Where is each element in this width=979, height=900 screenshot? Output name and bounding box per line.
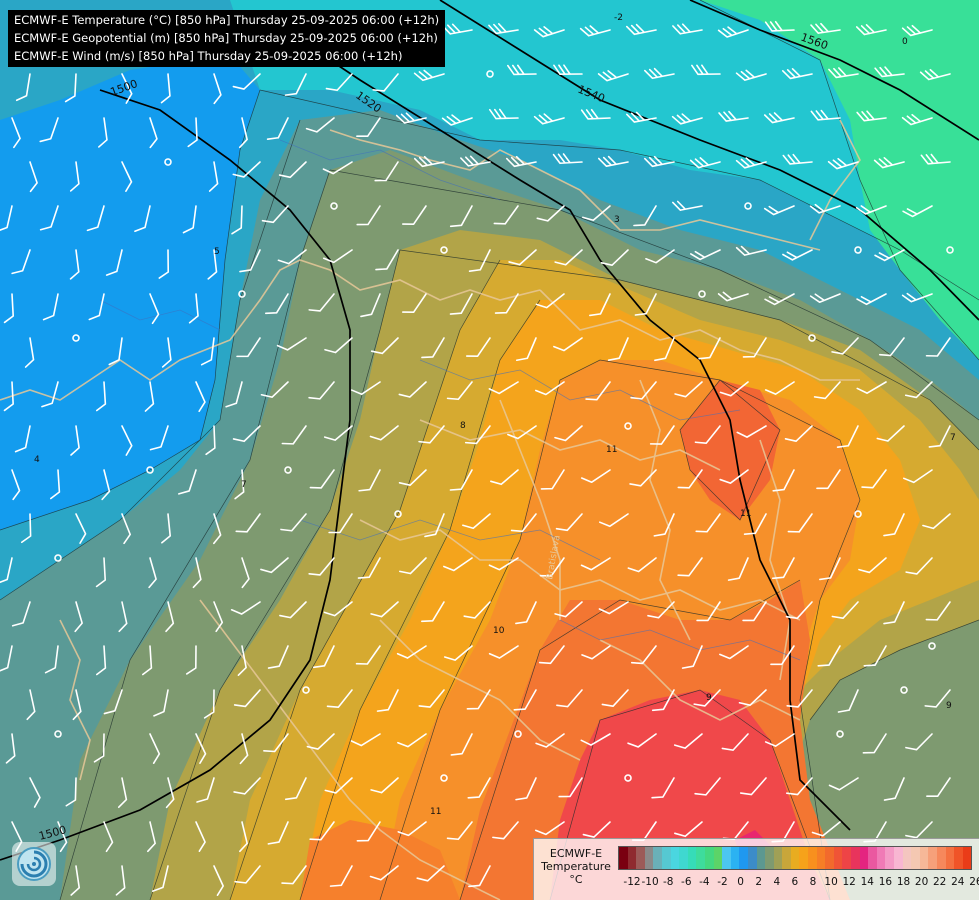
- legend-swatch: [799, 847, 809, 869]
- legend-tick-label: -2: [717, 876, 728, 888]
- legend-swatch: [945, 847, 955, 869]
- legend-tick-label: 8: [809, 876, 817, 888]
- legend-swatch: [808, 847, 817, 869]
- legend-tick-labels: -12-10-8-6-4-202468101214161820222426: [618, 876, 979, 890]
- temp-label-5: 5: [214, 247, 220, 257]
- temp-label-9-east: 9: [946, 701, 952, 711]
- legend-swatch: [765, 847, 774, 869]
- legend-tick-label: -10: [641, 876, 659, 888]
- legend-swatch: [842, 847, 852, 869]
- legend-swatch: [859, 847, 869, 869]
- legend-tick-label: 16: [878, 876, 893, 888]
- legend-swatch: [739, 847, 748, 869]
- temp-label-9-center: 9: [706, 693, 712, 703]
- title-line-wind: ECMWF-E Wind (m/s) [850 hPa] Thursday 25…: [14, 49, 403, 63]
- legend-swatch: [696, 847, 705, 869]
- legend-tick-label: 4: [773, 876, 781, 888]
- legend-swatch: [653, 847, 662, 869]
- legend-tick-label: 0: [737, 876, 744, 888]
- temp-label-11-south: 11: [430, 807, 441, 817]
- legend-swatch: [885, 847, 894, 869]
- temp-label-0: 0: [902, 37, 908, 47]
- legend-tick-label: 20: [914, 876, 929, 888]
- legend-swatch: [868, 847, 877, 869]
- temp-label-minus2: -2: [614, 13, 623, 23]
- legend-tick-label: 2: [755, 876, 763, 888]
- legend-swatch: [954, 847, 963, 869]
- legend-tick-label: -8: [662, 876, 674, 888]
- legend-swatch: [747, 847, 757, 869]
- legend-tick-label: -12: [623, 876, 641, 888]
- legend-tick-label: 10: [824, 876, 838, 888]
- map-title-box: ECMWF-E Temperature (°C) [850 hPa] Thurs…: [8, 10, 446, 67]
- legend-swatch: [928, 847, 937, 869]
- legend-swatch: [902, 847, 912, 869]
- legend-swatch: [704, 847, 714, 869]
- legend-swatch: [816, 847, 826, 869]
- legend-tick-label: 26: [969, 876, 979, 888]
- temp-label-11-mid: 11: [606, 445, 617, 455]
- legend-tick-label: -4: [699, 876, 710, 888]
- legend-swatch: [722, 847, 731, 869]
- temp-label-8: 8: [460, 421, 466, 431]
- legend-swatch: [851, 847, 860, 869]
- legend-swatch: [962, 847, 972, 869]
- legend-title: ECMWF-E Temperature °C: [541, 847, 611, 886]
- legend-swatch: [636, 847, 645, 869]
- legend-swatch: [619, 847, 628, 869]
- legend-swatch: [936, 847, 946, 869]
- legend-swatch: [679, 847, 688, 869]
- legend-swatch: [782, 847, 791, 869]
- legend-swatch: [730, 847, 740, 869]
- legend-swatch: [627, 847, 637, 869]
- ecmwf-swirl-logo-icon: [12, 842, 56, 886]
- temperature-map[interactable]: 1560 1540 1520 1500 1500 -2 0 3 4 5 7 7 …: [0, 0, 979, 900]
- legend-swatch: [825, 847, 834, 869]
- legend-swatch: [894, 847, 903, 869]
- legend-tick-label: -6: [681, 876, 692, 888]
- legend-tick-label: 22: [933, 876, 947, 888]
- legend-swatch: [670, 847, 680, 869]
- legend-tick-label: 6: [791, 876, 799, 888]
- temp-label-4: 4: [34, 455, 40, 465]
- legend-swatch: [919, 847, 929, 869]
- temp-label-7-west: 7: [241, 480, 247, 490]
- legend-tick-label: 18: [896, 876, 911, 888]
- temp-label-10: 10: [493, 626, 505, 636]
- title-line-temperature: ECMWF-E Temperature (°C) [850 hPa] Thurs…: [14, 13, 440, 27]
- legend-swatch: [661, 847, 671, 869]
- legend-swatch: [687, 847, 697, 869]
- legend-swatch: [876, 847, 886, 869]
- legend-swatch: [911, 847, 920, 869]
- legend-swatch: [790, 847, 800, 869]
- legend-color-bar: [618, 846, 973, 870]
- legend-swatch: [773, 847, 783, 869]
- legend-swatch: [644, 847, 654, 869]
- legend-swatch: [833, 847, 843, 869]
- legend-tick-label: 24: [951, 876, 965, 888]
- temp-label-7-east: 7: [950, 433, 956, 443]
- temp-label-3: 3: [614, 215, 620, 225]
- temperature-legend: ECMWF-E Temperature °C -12 -10 -8 -6 -4 -2 0 2 4…: [533, 838, 979, 900]
- legend-tick-label: 14: [860, 876, 874, 888]
- legend-tick-label: 12: [842, 876, 856, 888]
- legend-swatch: [713, 847, 723, 869]
- map-stage: 1560 1540 1520 1500 1500 -2 0 3 4 5 7 7 …: [0, 0, 979, 900]
- legend-swatch: [756, 847, 766, 869]
- title-line-geopotential: ECMWF-E Geopotential (m) [850 hPa] Thurs…: [14, 31, 438, 45]
- temp-label-11-east: 11: [740, 509, 751, 519]
